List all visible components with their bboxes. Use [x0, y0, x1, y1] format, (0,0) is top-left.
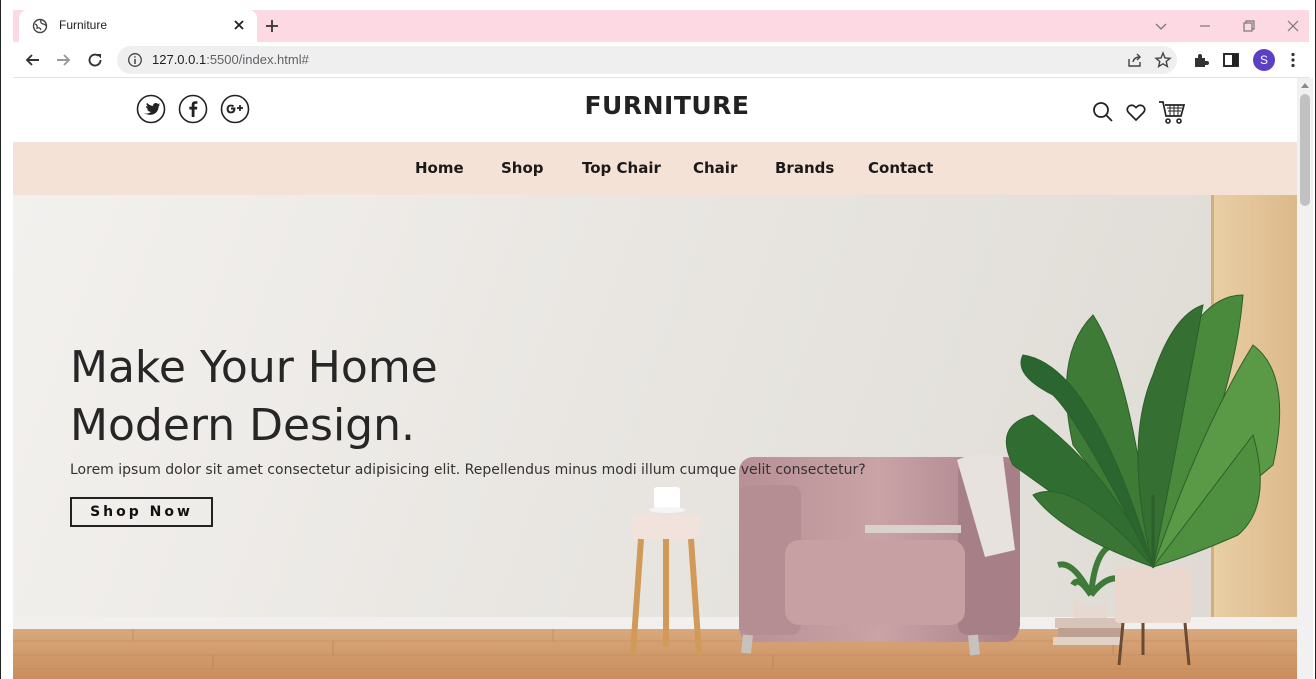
site-header: FURNITURE — [13, 78, 1297, 142]
info-icon[interactable] — [127, 52, 143, 68]
tab-title: Furniture — [59, 18, 108, 32]
browser-tab[interactable]: Furniture — [19, 10, 257, 42]
hero-banner: Make Your Home Modern Design. Lorem ipsu… — [13, 195, 1297, 679]
scroll-thumb[interactable] — [1300, 94, 1310, 206]
profile-avatar[interactable]: S — [1253, 49, 1275, 71]
minimize-icon[interactable] — [1197, 18, 1213, 34]
hero-title-line1: Make Your Home — [70, 342, 438, 393]
reload-icon[interactable] — [85, 50, 105, 70]
back-arrow-icon[interactable] — [23, 50, 43, 70]
hero-title-line2: Modern Design. — [70, 400, 415, 451]
address-bar[interactable]: 127.0.0.1:5500/index.html# — [117, 46, 1177, 74]
nav-contact[interactable]: Contact — [868, 159, 933, 177]
star-icon[interactable] — [1153, 50, 1173, 70]
nav-chair[interactable]: Chair — [693, 159, 737, 177]
url-path: :5500/index.html# — [206, 52, 309, 67]
heart-icon[interactable] — [1124, 100, 1148, 124]
browser-toolbar: 127.0.0.1:5500/index.html# S — [13, 42, 1309, 78]
restore-icon[interactable] — [1241, 18, 1257, 34]
scrollbar[interactable] — [1297, 78, 1313, 679]
cart-icon[interactable] — [1157, 98, 1187, 126]
menu-dots-icon[interactable] — [1283, 50, 1303, 70]
tab-strip: Furniture — [13, 10, 1309, 42]
page-viewport: FURNITURE Home Shop Top Chair Chair Bran… — [13, 78, 1297, 679]
forward-arrow-icon[interactable] — [53, 50, 73, 70]
chevron-down-icon[interactable] — [1153, 18, 1169, 34]
shop-now-button[interactable]: Shop Now — [70, 497, 213, 527]
scroll-up-icon[interactable] — [1301, 82, 1309, 90]
extensions-icon[interactable] — [1191, 50, 1211, 70]
nav-top-chair[interactable]: Top Chair — [582, 159, 661, 177]
nav-shop[interactable]: Shop — [501, 159, 544, 177]
main-nav: Home Shop Top Chair Chair Brands Contact — [13, 142, 1297, 195]
globe-icon — [32, 18, 48, 34]
hero-description: Lorem ipsum dolor sit amet consectetur a… — [70, 462, 866, 478]
close-icon[interactable] — [231, 17, 247, 33]
hero-title: Make Your Home Modern Design. — [70, 339, 590, 455]
url-host: 127.0.0.1 — [152, 52, 207, 67]
close-window-icon[interactable] — [1285, 18, 1301, 34]
new-tab-icon[interactable] — [263, 17, 281, 35]
browser-window: Furniture 127.0.0.1:5500/index.html# S F… — [0, 0, 1316, 679]
nav-home[interactable]: Home — [415, 159, 464, 177]
url-text[interactable]: 127.0.0.1:5500/index.html# — [152, 52, 309, 67]
search-icon[interactable] — [1091, 100, 1115, 124]
side-panel-icon[interactable] — [1221, 50, 1241, 70]
share-icon[interactable] — [1125, 50, 1145, 70]
nav-brands[interactable]: Brands — [775, 159, 834, 177]
